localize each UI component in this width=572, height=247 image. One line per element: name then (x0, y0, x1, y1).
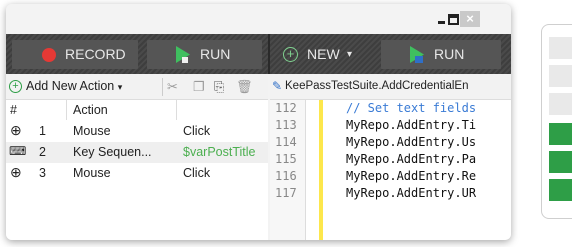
add-circle-icon[interactable]: + (9, 80, 22, 93)
plus-circle-icon: + (283, 47, 298, 62)
column-divider (176, 100, 177, 120)
delete-icon[interactable]: 🗑 (236, 79, 253, 95)
title-bar: × (6, 4, 511, 34)
new-label: NEW (307, 46, 340, 62)
maximize-icon[interactable] (448, 14, 459, 25)
row-action: Mouse (73, 166, 111, 180)
status-block (549, 37, 572, 59)
code-line: MyRepo.AddEntry.Ti (346, 118, 477, 132)
minimize-icon[interactable] (438, 21, 445, 24)
col-header-action: Action (73, 103, 108, 117)
code-line: MyRepo.AddEntry.Us (346, 135, 477, 149)
chevron-down-icon: ▾ (117, 82, 123, 92)
main-toolbar: RECORD RUN + NEW ▾ RUN (6, 34, 511, 74)
mouse-icon: ⊕ (10, 164, 22, 180)
row-action: Key Sequen... (73, 145, 152, 159)
new-button[interactable]: + NEW ▾ (275, 40, 367, 69)
row-value: Click (183, 124, 211, 138)
run-code-icon (410, 46, 424, 63)
code-panel: ✎ KeePassTestSuite.AddCredentialEn 112 1… (270, 74, 511, 240)
record-label: RECORD (65, 46, 126, 62)
row-action: Mouse (73, 124, 111, 138)
record-button[interactable]: RECORD (12, 40, 138, 69)
status-block (549, 123, 572, 145)
test-suite-icon: ✎ (272, 79, 283, 93)
side-status-panel (541, 24, 572, 219)
record-icon (42, 48, 56, 62)
code-line: MyRepo.AddEntry.Pa (346, 152, 477, 166)
column-divider (66, 100, 67, 120)
code-editor[interactable]: 112 113 114 115 116 117 // Set text fiel… (270, 100, 511, 240)
run-label: RUN (200, 46, 231, 62)
table-row[interactable]: ⊕ 1 Mouse Click (6, 121, 268, 142)
col-header-number: # (10, 103, 17, 117)
run2-label: RUN (434, 46, 465, 62)
row-number: 1 (39, 124, 46, 138)
row-value: $varPostTitle (183, 145, 256, 159)
table-row[interactable]: ⌨ 2 Key Sequen... $varPostTitle (6, 142, 268, 163)
run-icon (176, 46, 190, 63)
row-value: Click (183, 166, 211, 180)
run-button-2[interactable]: RUN (381, 40, 501, 69)
code-line: MyRepo.AddEntry.Re (346, 169, 477, 183)
actions-panel: + Add New Action ▾ ✂ ❐ ⎘ 🗑 # Action ⊕ 1 … (6, 74, 268, 240)
change-marker (319, 100, 323, 240)
keyboard-icon: ⌨ (9, 144, 27, 158)
table-row[interactable]: ⊕ 3 Mouse Click (6, 163, 268, 184)
code-tab-title[interactable]: KeePassTestSuite.AddCredentialEn (285, 80, 468, 92)
code-tab-strip: ✎ KeePassTestSuite.AddCredentialEn (270, 74, 511, 100)
line-number: 114 (275, 135, 297, 149)
cut-icon[interactable]: ✂ (167, 79, 178, 95)
line-number: 113 (275, 118, 297, 132)
status-block (549, 93, 572, 115)
copy-icon[interactable]: ❐ (193, 79, 205, 95)
chevron-down-icon: ▾ (347, 49, 353, 60)
status-block (549, 179, 572, 201)
status-block (549, 151, 572, 173)
line-number: 116 (275, 169, 297, 183)
line-number: 117 (275, 186, 297, 200)
code-line: // Set text fields (346, 101, 477, 115)
toolbar-divider (268, 34, 270, 74)
add-new-action-button[interactable]: Add New Action ▾ (26, 79, 122, 93)
status-block (549, 65, 572, 87)
row-number: 3 (39, 166, 46, 180)
app-window: × RECORD RUN + NEW ▾ RUN + Add New Actio… (6, 4, 511, 240)
line-number: 112 (275, 101, 297, 115)
row-number: 2 (39, 145, 46, 159)
actions-toolbar: + Add New Action ▾ ✂ ❐ ⎘ 🗑 (6, 74, 268, 100)
add-new-action-label: Add New Action (26, 79, 115, 93)
code-line: MyRepo.AddEntry.UR (346, 186, 477, 200)
mouse-icon: ⊕ (10, 122, 22, 138)
close-button[interactable]: × (460, 11, 480, 27)
run-button[interactable]: RUN (147, 40, 262, 69)
line-number: 115 (275, 152, 297, 166)
paste-icon[interactable]: ⎘ (214, 79, 224, 95)
toolbar-separator (162, 78, 163, 96)
actions-table-header: # Action (6, 100, 268, 120)
